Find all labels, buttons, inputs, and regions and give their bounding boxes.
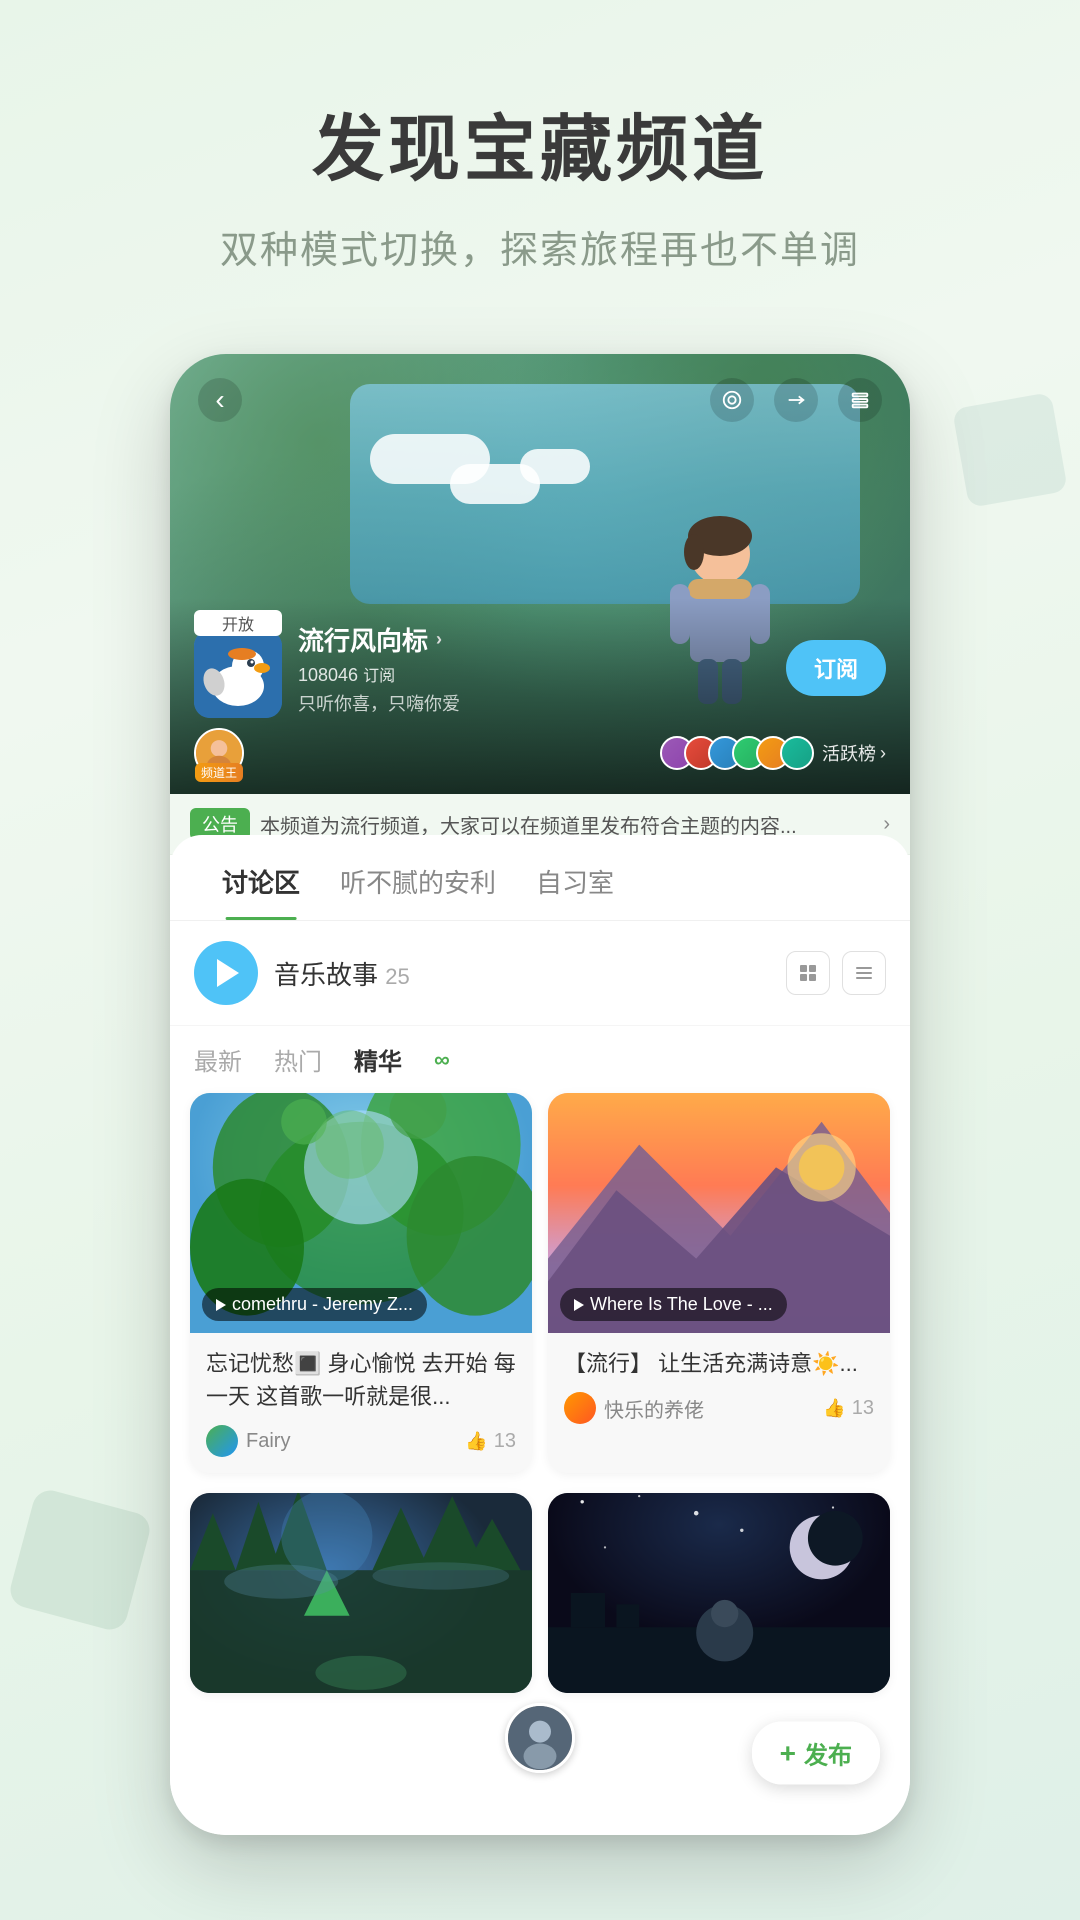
- menu-icon[interactable]: [838, 378, 882, 422]
- channel-text: 流行风向标 › 108046 订阅 只听你喜，只嗨你爱: [298, 621, 460, 716]
- play-dot-icon-2: [574, 1299, 584, 1311]
- page-wrapper: 发现宝藏频道 双种模式切换，探索旅程再也不单调: [0, 0, 1080, 1835]
- subscribe-button[interactable]: 订阅: [786, 640, 886, 696]
- tab-studyroom[interactable]: 自习室: [516, 863, 634, 920]
- channel-name-arrow: ›: [436, 629, 442, 650]
- content-card-1[interactable]: comethru - Jeremy Z... 忘记忧愁🔳 身心愉悦 去开始 每一…: [190, 1093, 532, 1473]
- card-image-3: [190, 1493, 532, 1693]
- card-meta-1: Fairy 👍 13: [206, 1425, 516, 1457]
- content-grid: comethru - Jeremy Z... 忘记忧愁🔳 身心愉悦 去开始 每一…: [170, 1093, 910, 1493]
- audio-actions: [786, 951, 886, 995]
- tab-discussion[interactable]: 讨论区: [202, 863, 320, 920]
- announcement-arrow: ›: [883, 813, 890, 836]
- active-avatar-6: [780, 736, 814, 770]
- channel-name: 流行风向标 ›: [298, 621, 460, 658]
- channel-subs: 108046 订阅: [298, 662, 460, 686]
- active-avatars: [660, 736, 814, 770]
- channel-top-row: 开放: [194, 618, 886, 718]
- music-tag-1: comethru - Jeremy Z...: [202, 1288, 427, 1321]
- duck-icon: [194, 630, 282, 718]
- card-body-2: 【流行】 让生活充满诗意☀️... 快乐的养佬 👍 13: [548, 1333, 890, 1440]
- like-icon-1: 👍: [465, 1431, 487, 1452]
- channel-tagline: 只听你喜，只嗨你爱: [298, 690, 460, 716]
- sort-latest[interactable]: 最新: [194, 1042, 242, 1077]
- card-likes-1: 👍 13: [465, 1430, 516, 1453]
- channel-avatar-wrapper: 开放: [194, 618, 282, 718]
- publish-label: 发布: [804, 1736, 852, 1771]
- channel-avatar-area: 开放: [194, 618, 460, 718]
- fab-area: + 发布: [170, 1723, 910, 1783]
- host-label: 频道王: [195, 763, 243, 782]
- like-icon-2: 👍: [823, 1398, 845, 1419]
- content-grid-2: [170, 1493, 910, 1713]
- play-dot-icon-1: [216, 1299, 226, 1311]
- sort-bar: 最新 热门 精华 ∞: [170, 1026, 910, 1093]
- card-author-2: 快乐的养佬: [564, 1392, 704, 1424]
- content-card-3[interactable]: [190, 1493, 532, 1693]
- open-badge: 开放: [194, 610, 282, 636]
- card-title-2: 【流行】 让生活充满诗意☀️...: [564, 1347, 874, 1380]
- content-card-4[interactable]: [548, 1493, 890, 1693]
- host-badge: 频道王: [194, 728, 244, 778]
- nav-icons: [710, 378, 882, 422]
- sort-featured[interactable]: 精华: [354, 1042, 402, 1077]
- cloud-3: [520, 449, 590, 484]
- card-body-1: 忘记忧愁🔳 身心愉悦 去开始 每一天 这首歌一听就是很... Fairy 👍 1…: [190, 1333, 532, 1473]
- sort-hot[interactable]: 热门: [274, 1042, 322, 1077]
- audio-title: 音乐故事 25: [274, 955, 770, 992]
- card-author-1: Fairy: [206, 1425, 290, 1457]
- author-avatar-1: [206, 1425, 238, 1457]
- card-image-4: [548, 1493, 890, 1693]
- sort-infinity[interactable]: ∞: [434, 1047, 450, 1073]
- active-label[interactable]: 活跃榜 ›: [822, 740, 886, 766]
- content-panel: 讨论区 听不腻的安利 自习室 音乐故事 25: [170, 835, 910, 1835]
- content-card-2[interactable]: Where Is The Love - ... 【流行】 让生活充满诗意☀️..…: [548, 1093, 890, 1473]
- nav-bar: ‹: [170, 378, 910, 422]
- card-image-1: comethru - Jeremy Z...: [190, 1093, 532, 1333]
- favorite-icon[interactable]: [710, 378, 754, 422]
- publish-button[interactable]: + 发布: [752, 1722, 880, 1785]
- page-header: 发现宝藏频道 双种模式切换，探索旅程再也不单调: [0, 0, 1080, 314]
- channel-info: 开放: [170, 598, 910, 794]
- bottom-avatar-area: [505, 1703, 575, 1773]
- card-meta-2: 快乐的养佬 👍 13: [564, 1392, 874, 1424]
- card-image-2: Where Is The Love - ...: [548, 1093, 890, 1333]
- bottom-user-avatar[interactable]: [505, 1703, 575, 1773]
- page-subtitle: 双种模式切换，探索旅程再也不单调: [40, 219, 1040, 274]
- phone-container: ‹: [0, 354, 1080, 1835]
- channel-avatar[interactable]: [194, 630, 282, 718]
- plus-icon: +: [780, 1737, 796, 1769]
- music-tag-2: Where Is The Love - ...: [560, 1288, 787, 1321]
- active-users: 活跃榜 ›: [660, 736, 886, 770]
- phone-frame: ‹: [170, 354, 910, 1835]
- page-title: 发现宝藏频道: [40, 90, 1040, 195]
- grid-view-button[interactable]: [786, 951, 830, 995]
- tab-bar: 讨论区 听不腻的安利 自习室: [170, 835, 910, 921]
- card-likes-2: 👍 13: [823, 1397, 874, 1420]
- audio-row: 音乐故事 25: [170, 921, 910, 1026]
- audio-play-button[interactable]: [194, 941, 258, 1005]
- channel-header: ‹: [170, 354, 910, 794]
- share-icon[interactable]: [774, 378, 818, 422]
- list-view-button[interactable]: [842, 951, 886, 995]
- play-triangle-icon: [217, 959, 239, 987]
- author-avatar-2: [564, 1392, 596, 1424]
- audio-count: 25: [385, 964, 409, 989]
- tab-recommend[interactable]: 听不腻的安利: [320, 863, 516, 920]
- channel-bottom-row: 频道王 活跃榜: [194, 728, 886, 778]
- channel-subs-label: 订阅: [363, 668, 395, 685]
- card-title-1: 忘记忧愁🔳 身心愉悦 去开始 每一天 这首歌一听就是很...: [206, 1347, 516, 1413]
- back-button[interactable]: ‹: [198, 378, 242, 422]
